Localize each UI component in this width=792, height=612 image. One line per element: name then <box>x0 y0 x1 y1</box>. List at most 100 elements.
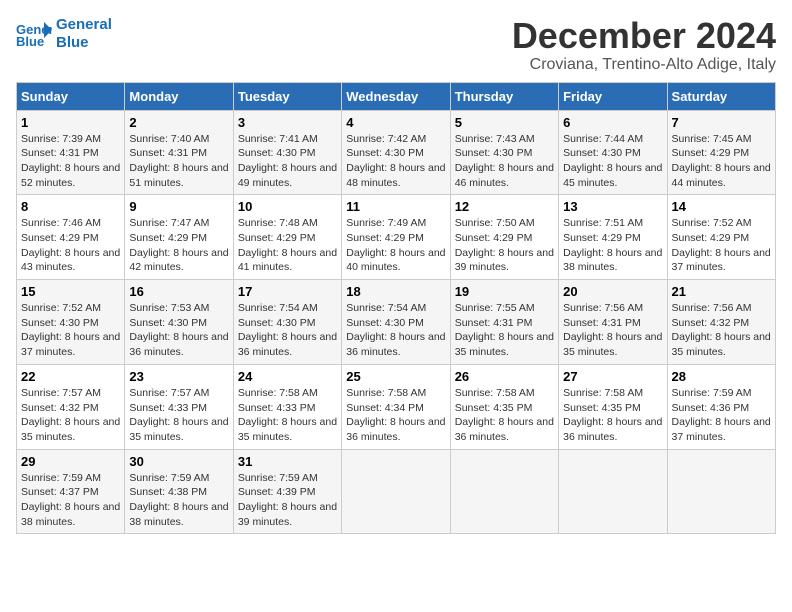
calendar-header-cell: Friday <box>559 82 667 110</box>
calendar-cell <box>667 449 775 534</box>
day-info: Sunrise: 7:42 AM Sunset: 4:30 PM Dayligh… <box>346 132 445 191</box>
calendar-cell: 15 Sunrise: 7:52 AM Sunset: 4:30 PM Dayl… <box>17 280 125 365</box>
day-info: Sunrise: 7:47 AM Sunset: 4:29 PM Dayligh… <box>129 216 228 275</box>
calendar-cell <box>450 449 558 534</box>
day-number: 18 <box>346 284 445 299</box>
day-info: Sunrise: 7:52 AM Sunset: 4:30 PM Dayligh… <box>21 301 120 360</box>
calendar-row: 1 Sunrise: 7:39 AM Sunset: 4:31 PM Dayli… <box>17 110 776 195</box>
day-number: 10 <box>238 199 337 214</box>
calendar-cell: 29 Sunrise: 7:59 AM Sunset: 4:37 PM Dayl… <box>17 449 125 534</box>
calendar-cell: 11 Sunrise: 7:49 AM Sunset: 4:29 PM Dayl… <box>342 195 450 280</box>
day-info: Sunrise: 7:45 AM Sunset: 4:29 PM Dayligh… <box>672 132 771 191</box>
calendar-cell: 5 Sunrise: 7:43 AM Sunset: 4:30 PM Dayli… <box>450 110 558 195</box>
day-number: 28 <box>672 369 771 384</box>
calendar-cell: 1 Sunrise: 7:39 AM Sunset: 4:31 PM Dayli… <box>17 110 125 195</box>
day-number: 15 <box>21 284 120 299</box>
day-info: Sunrise: 7:53 AM Sunset: 4:30 PM Dayligh… <box>129 301 228 360</box>
calendar-row: 22 Sunrise: 7:57 AM Sunset: 4:32 PM Dayl… <box>17 364 776 449</box>
calendar-cell: 2 Sunrise: 7:40 AM Sunset: 4:31 PM Dayli… <box>125 110 233 195</box>
day-info: Sunrise: 7:48 AM Sunset: 4:29 PM Dayligh… <box>238 216 337 275</box>
calendar-header-cell: Tuesday <box>233 82 341 110</box>
calendar-header-cell: Monday <box>125 82 233 110</box>
day-number: 14 <box>672 199 771 214</box>
day-number: 24 <box>238 369 337 384</box>
calendar-header-cell: Thursday <box>450 82 558 110</box>
logo-line2: Blue <box>56 34 112 52</box>
day-info: Sunrise: 7:39 AM Sunset: 4:31 PM Dayligh… <box>21 132 120 191</box>
calendar-cell <box>342 449 450 534</box>
logo-icon: General Blue <box>16 20 52 48</box>
month-title: December 2024 <box>512 16 776 56</box>
calendar-cell: 26 Sunrise: 7:58 AM Sunset: 4:35 PM Dayl… <box>450 364 558 449</box>
calendar-header-cell: Saturday <box>667 82 775 110</box>
day-number: 23 <box>129 369 228 384</box>
day-info: Sunrise: 7:49 AM Sunset: 4:29 PM Dayligh… <box>346 216 445 275</box>
day-info: Sunrise: 7:51 AM Sunset: 4:29 PM Dayligh… <box>563 216 662 275</box>
calendar-cell: 19 Sunrise: 7:55 AM Sunset: 4:31 PM Dayl… <box>450 280 558 365</box>
day-number: 30 <box>129 454 228 469</box>
day-info: Sunrise: 7:58 AM Sunset: 4:33 PM Dayligh… <box>238 386 337 445</box>
calendar-cell: 8 Sunrise: 7:46 AM Sunset: 4:29 PM Dayli… <box>17 195 125 280</box>
calendar-row: 8 Sunrise: 7:46 AM Sunset: 4:29 PM Dayli… <box>17 195 776 280</box>
calendar-cell: 17 Sunrise: 7:54 AM Sunset: 4:30 PM Dayl… <box>233 280 341 365</box>
day-info: Sunrise: 7:57 AM Sunset: 4:33 PM Dayligh… <box>129 386 228 445</box>
day-number: 25 <box>346 369 445 384</box>
day-info: Sunrise: 7:56 AM Sunset: 4:31 PM Dayligh… <box>563 301 662 360</box>
day-info: Sunrise: 7:58 AM Sunset: 4:34 PM Dayligh… <box>346 386 445 445</box>
day-number: 11 <box>346 199 445 214</box>
calendar-cell: 30 Sunrise: 7:59 AM Sunset: 4:38 PM Dayl… <box>125 449 233 534</box>
day-info: Sunrise: 7:59 AM Sunset: 4:37 PM Dayligh… <box>21 471 120 530</box>
day-number: 6 <box>563 115 662 130</box>
calendar-cell: 6 Sunrise: 7:44 AM Sunset: 4:30 PM Dayli… <box>559 110 667 195</box>
day-number: 27 <box>563 369 662 384</box>
day-info: Sunrise: 7:59 AM Sunset: 4:36 PM Dayligh… <box>672 386 771 445</box>
day-number: 9 <box>129 199 228 214</box>
day-info: Sunrise: 7:54 AM Sunset: 4:30 PM Dayligh… <box>238 301 337 360</box>
day-number: 2 <box>129 115 228 130</box>
calendar-cell: 24 Sunrise: 7:58 AM Sunset: 4:33 PM Dayl… <box>233 364 341 449</box>
calendar-cell <box>559 449 667 534</box>
calendar-cell: 23 Sunrise: 7:57 AM Sunset: 4:33 PM Dayl… <box>125 364 233 449</box>
calendar-cell: 31 Sunrise: 7:59 AM Sunset: 4:39 PM Dayl… <box>233 449 341 534</box>
title-area: December 2024 Croviana, Trentino-Alto Ad… <box>512 16 776 74</box>
calendar-row: 15 Sunrise: 7:52 AM Sunset: 4:30 PM Dayl… <box>17 280 776 365</box>
day-number: 17 <box>238 284 337 299</box>
location-title: Croviana, Trentino-Alto Adige, Italy <box>512 56 776 74</box>
day-info: Sunrise: 7:43 AM Sunset: 4:30 PM Dayligh… <box>455 132 554 191</box>
calendar-header-cell: Sunday <box>17 82 125 110</box>
day-number: 1 <box>21 115 120 130</box>
calendar-cell: 18 Sunrise: 7:54 AM Sunset: 4:30 PM Dayl… <box>342 280 450 365</box>
day-info: Sunrise: 7:40 AM Sunset: 4:31 PM Dayligh… <box>129 132 228 191</box>
day-number: 8 <box>21 199 120 214</box>
calendar-cell: 16 Sunrise: 7:53 AM Sunset: 4:30 PM Dayl… <box>125 280 233 365</box>
day-number: 31 <box>238 454 337 469</box>
day-number: 13 <box>563 199 662 214</box>
day-info: Sunrise: 7:55 AM Sunset: 4:31 PM Dayligh… <box>455 301 554 360</box>
day-info: Sunrise: 7:58 AM Sunset: 4:35 PM Dayligh… <box>455 386 554 445</box>
header: General Blue General Blue December 2024 … <box>16 16 776 74</box>
calendar-row: 29 Sunrise: 7:59 AM Sunset: 4:37 PM Dayl… <box>17 449 776 534</box>
day-number: 19 <box>455 284 554 299</box>
calendar-cell: 4 Sunrise: 7:42 AM Sunset: 4:30 PM Dayli… <box>342 110 450 195</box>
day-info: Sunrise: 7:59 AM Sunset: 4:38 PM Dayligh… <box>129 471 228 530</box>
calendar-cell: 3 Sunrise: 7:41 AM Sunset: 4:30 PM Dayli… <box>233 110 341 195</box>
calendar-cell: 9 Sunrise: 7:47 AM Sunset: 4:29 PM Dayli… <box>125 195 233 280</box>
day-info: Sunrise: 7:46 AM Sunset: 4:29 PM Dayligh… <box>21 216 120 275</box>
day-info: Sunrise: 7:56 AM Sunset: 4:32 PM Dayligh… <box>672 301 771 360</box>
calendar-cell: 21 Sunrise: 7:56 AM Sunset: 4:32 PM Dayl… <box>667 280 775 365</box>
calendar-header-row: SundayMondayTuesdayWednesdayThursdayFrid… <box>17 82 776 110</box>
day-number: 29 <box>21 454 120 469</box>
calendar-cell: 25 Sunrise: 7:58 AM Sunset: 4:34 PM Dayl… <box>342 364 450 449</box>
calendar-body: 1 Sunrise: 7:39 AM Sunset: 4:31 PM Dayli… <box>17 110 776 534</box>
day-number: 22 <box>21 369 120 384</box>
day-number: 4 <box>346 115 445 130</box>
calendar-cell: 10 Sunrise: 7:48 AM Sunset: 4:29 PM Dayl… <box>233 195 341 280</box>
day-number: 12 <box>455 199 554 214</box>
calendar-cell: 7 Sunrise: 7:45 AM Sunset: 4:29 PM Dayli… <box>667 110 775 195</box>
day-info: Sunrise: 7:44 AM Sunset: 4:30 PM Dayligh… <box>563 132 662 191</box>
day-number: 5 <box>455 115 554 130</box>
calendar-header-cell: Wednesday <box>342 82 450 110</box>
svg-text:Blue: Blue <box>16 34 44 48</box>
calendar-cell: 20 Sunrise: 7:56 AM Sunset: 4:31 PM Dayl… <box>559 280 667 365</box>
calendar-table: SundayMondayTuesdayWednesdayThursdayFrid… <box>16 82 776 535</box>
